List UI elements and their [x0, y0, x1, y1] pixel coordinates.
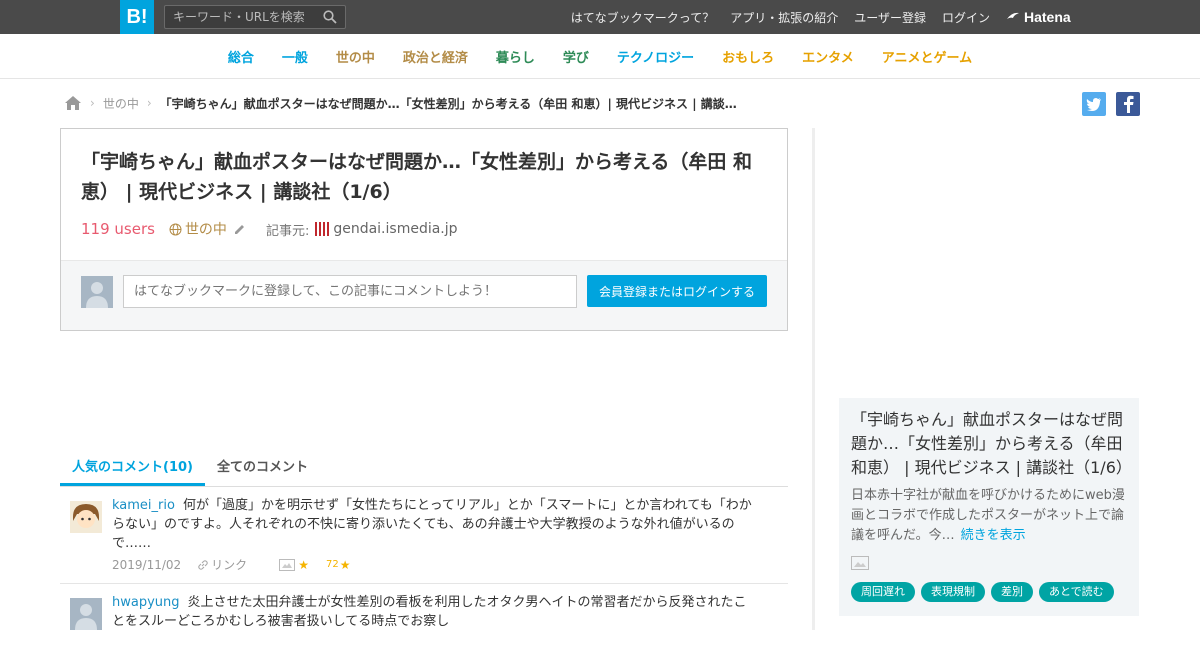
- comment-user[interactable]: kamei_rio: [112, 498, 175, 513]
- avatar: [81, 276, 113, 308]
- tag-item[interactable]: 表現規制: [921, 582, 985, 602]
- entry-category-label: 世の中: [184, 222, 227, 238]
- nav-item-manabi[interactable]: 学び: [563, 47, 589, 66]
- user-avatar-icon: [70, 501, 102, 533]
- entry-category[interactable]: 世の中: [169, 219, 246, 239]
- comment-date[interactable]: 2019/11/02: [112, 558, 181, 572]
- hatebu-logo[interactable]: B!: [120, 0, 154, 34]
- source-label: 記事元:: [265, 223, 310, 239]
- apps-link[interactable]: アプリ・拡張の紹介: [730, 9, 838, 26]
- user-silhouette-icon: [86, 282, 108, 308]
- twitter-share-button[interactable]: [1082, 92, 1106, 116]
- tag-item[interactable]: あとで読む: [1039, 582, 1114, 602]
- nav-item-entame[interactable]: エンタメ: [802, 47, 854, 66]
- comment-form: 会員登録またはログインする: [61, 260, 787, 330]
- globe-icon: [169, 223, 182, 235]
- tab-all-comments[interactable]: 全てのコメント: [205, 451, 320, 486]
- star-icon[interactable]: ★: [298, 558, 309, 572]
- column-divider: [812, 128, 815, 630]
- star-count: 72: [325, 559, 339, 570]
- login-link[interactable]: ログイン: [942, 9, 990, 26]
- comment-text: hwapyung 炎上させた太田弁護士が女性差別の看板を利用したオタク男ヘイトの常…: [112, 593, 752, 631]
- breadcrumb: › 世の中 › 「宇崎ちゃん」献血ポスターはなぜ問題か…「女性差別」から考える（…: [64, 92, 744, 114]
- gendai-logo-icon: [315, 222, 330, 236]
- hatena-wing-icon: [1007, 12, 1019, 19]
- list-item: hwapyung 炎上させた太田弁護士が女性差別の看板を利用したオタク男ヘイトの常…: [60, 585, 788, 645]
- entry-summary-card: 「宇崎ちゃん」献血ポスターはなぜ問題か…「女性差別」から考える（牟田 和恵） |…: [839, 398, 1139, 616]
- comment-input[interactable]: [123, 275, 577, 308]
- star-area: ★ 72 ★: [279, 558, 366, 572]
- nav-item-seiji[interactable]: 政治と経済: [403, 47, 468, 66]
- entry-title[interactable]: 「宇崎ちゃん」献血ポスターはなぜ問題か…「女性差別」から考える（牟田 和恵） |…: [81, 147, 771, 207]
- list-item: kamei_rio 何が「過度」かを明示せず「女性たちにとってリアル」とか「スマー…: [60, 488, 788, 584]
- source-domain[interactable]: gendai.ismedia.jp: [333, 221, 457, 237]
- tag-item[interactable]: 周回遅れ: [851, 582, 915, 602]
- add-star-icon[interactable]: [279, 558, 296, 571]
- comment-footer: 2019/11/02 リンク ★ 72 ★: [112, 556, 382, 573]
- nav-item-anime[interactable]: アニメとゲーム: [882, 47, 972, 66]
- nav-item-tech[interactable]: テクノロジー: [617, 47, 694, 66]
- image-placeholder-icon: [851, 556, 869, 570]
- about-link[interactable]: はてなブックマークって？: [571, 9, 714, 26]
- users-count[interactable]: 119 users: [81, 220, 155, 238]
- nav-item-kurashi[interactable]: 暮らし: [496, 47, 535, 66]
- category-nav: 総合 一般 世の中 政治と経済 暮らし 学び テクノロジー おもしろ エンタメ …: [0, 34, 1200, 79]
- nav-item-ippan[interactable]: 一般: [282, 47, 308, 66]
- chevron-right-icon: ›: [146, 96, 152, 110]
- hatena-label: Hatena: [1024, 9, 1071, 25]
- summary-description: 日本赤十字社が献血を呼びかけるためにweb漫画とコラボで作成したポスターがネット…: [851, 486, 1129, 546]
- comment-body: 炎上させた太田弁護士が女性差別の看板を利用したオタク男ヘイトの常習者だから反発さ…: [112, 595, 747, 629]
- nav-item-omoshiro[interactable]: おもしろ: [722, 47, 774, 66]
- facebook-share-button[interactable]: [1116, 92, 1140, 116]
- comment-user[interactable]: hwapyung: [112, 595, 180, 610]
- comment-body: 何が「過度」かを明示せず「女性たちにとってリアル」とか「スマートに」とか言われて…: [112, 498, 752, 551]
- comment-link[interactable]: リンク: [197, 556, 263, 573]
- chevron-right-icon: ›: [90, 96, 95, 110]
- search-icon[interactable]: [323, 10, 337, 24]
- home-icon[interactable]: [64, 95, 82, 111]
- hatena-brand[interactable]: Hatena: [1006, 0, 1071, 34]
- header-links: はてなブックマークって？ アプリ・拡張の紹介 ユーザー登録 ログイン: [555, 0, 990, 34]
- facebook-icon: [1124, 95, 1134, 113]
- twitter-icon: [1086, 98, 1101, 111]
- read-more-link[interactable]: 続きを表示: [961, 528, 1026, 543]
- comment-tabs: 人気のコメント(10) 全てのコメント: [60, 451, 788, 487]
- search-input[interactable]: [165, 6, 315, 28]
- entry-box: 「宇崎ちゃん」献血ポスターはなぜ問題か…「女性差別」から考える（牟田 和恵） |…: [60, 128, 788, 331]
- nav-item-sougou[interactable]: 総合: [228, 47, 254, 66]
- link-icon: [198, 559, 208, 570]
- nav-item-yononaka[interactable]: 世の中: [336, 47, 375, 66]
- avatar[interactable]: [70, 598, 102, 630]
- search-box: [164, 5, 346, 29]
- star-icon[interactable]: ★: [340, 558, 351, 572]
- comment-link-label: リンク: [211, 558, 248, 572]
- breadcrumb-current: 「宇崎ちゃん」献血ポスターはなぜ問題か…「女性差別」から考える（牟田 和恵）| …: [159, 96, 744, 111]
- summary-title[interactable]: 「宇崎ちゃん」献血ポスターはなぜ問題か…「女性差別」から考える（牟田 和恵） |…: [851, 408, 1132, 480]
- tag-list: 周回遅れ 表現規制 差別 あとで読む: [851, 582, 1120, 602]
- comment-text: kamei_rio 何が「過度」かを明示せず「女性たちにとってリアル」とか「スマー…: [112, 496, 752, 553]
- breadcrumb-category[interactable]: 世の中: [103, 95, 139, 112]
- tag-item[interactable]: 差別: [991, 582, 1033, 602]
- top-bar: B! はてなブックマークって？ アプリ・拡張の紹介 ユーザー登録 ログイン Ha…: [0, 0, 1200, 34]
- entry-meta: 119 users 世の中 記事元: gendai.ismedia.jp: [81, 219, 458, 239]
- tab-popular-comments[interactable]: 人気のコメント(10): [60, 451, 205, 486]
- pencil-icon[interactable]: [233, 223, 246, 236]
- signup-link[interactable]: ユーザー登録: [854, 9, 926, 26]
- avatar[interactable]: [70, 501, 102, 533]
- login-register-button[interactable]: 会員登録またはログインする: [587, 275, 767, 307]
- user-silhouette-icon: [75, 604, 97, 630]
